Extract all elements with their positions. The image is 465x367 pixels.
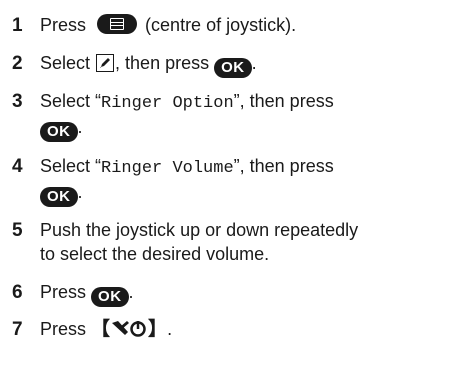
step-text-line2: OK. [40, 116, 460, 142]
step-4-pre: Select “ [40, 156, 102, 176]
step-text-line2: to select the desired volume. [40, 244, 270, 264]
bracket-close: 】 [148, 319, 168, 340]
step-text: Push the joystick up or down repeatedly [40, 220, 359, 240]
menu-item-ringer-option: Ringer Option [101, 94, 234, 113]
step-3-mid: ”, then press [233, 91, 334, 111]
step-number: 7 [12, 319, 23, 340]
step-2-mid: , then press [115, 53, 210, 73]
step-3-pre: Select “ [40, 91, 102, 111]
step-text: Press OK. [40, 281, 460, 307]
step-text: Press 【 】. [40, 318, 460, 344]
step-number: 6 [12, 282, 23, 303]
menu-key-icon [97, 14, 138, 34]
step-2-end: . [251, 53, 257, 73]
ok-key-icon: OK [40, 187, 78, 207]
settings-pencil-icon [96, 54, 115, 72]
step-text: Press (centre of joystick). [40, 14, 460, 37]
step-7-pre: Press [40, 319, 87, 339]
step-text: Select “Ringer Volume”, then press [40, 155, 460, 180]
step-6-pre: Press [40, 282, 87, 302]
ok-key-icon: OK [214, 58, 252, 78]
step-2-pre: Select [40, 53, 91, 73]
menu-item-ringer-volume: Ringer Volume [101, 159, 234, 178]
step-1-post: (centre of joystick). [145, 15, 297, 35]
step-text: Select , then press OK. [40, 52, 460, 78]
step-number: 1 [12, 15, 23, 36]
step-text: Select “Ringer Option”, then press [40, 90, 460, 115]
ok-key-icon: OK [40, 122, 78, 142]
step-1-pre: Press [40, 15, 87, 35]
step-text-line2: OK. [40, 181, 460, 207]
step-4-mid: ”, then press [233, 156, 334, 176]
step-number: 4 [12, 156, 23, 177]
step-number: 5 [12, 220, 23, 241]
step-4-end: . [77, 182, 83, 202]
bracket-open: 【 [91, 319, 111, 340]
step-6-end: . [128, 282, 134, 302]
step-number: 3 [12, 91, 23, 112]
ok-key-icon: OK [91, 287, 129, 307]
step-7-end: . [167, 319, 173, 339]
tool-power-icon [110, 318, 148, 344]
step-3-end: . [77, 117, 83, 137]
step-number: 2 [12, 53, 23, 74]
